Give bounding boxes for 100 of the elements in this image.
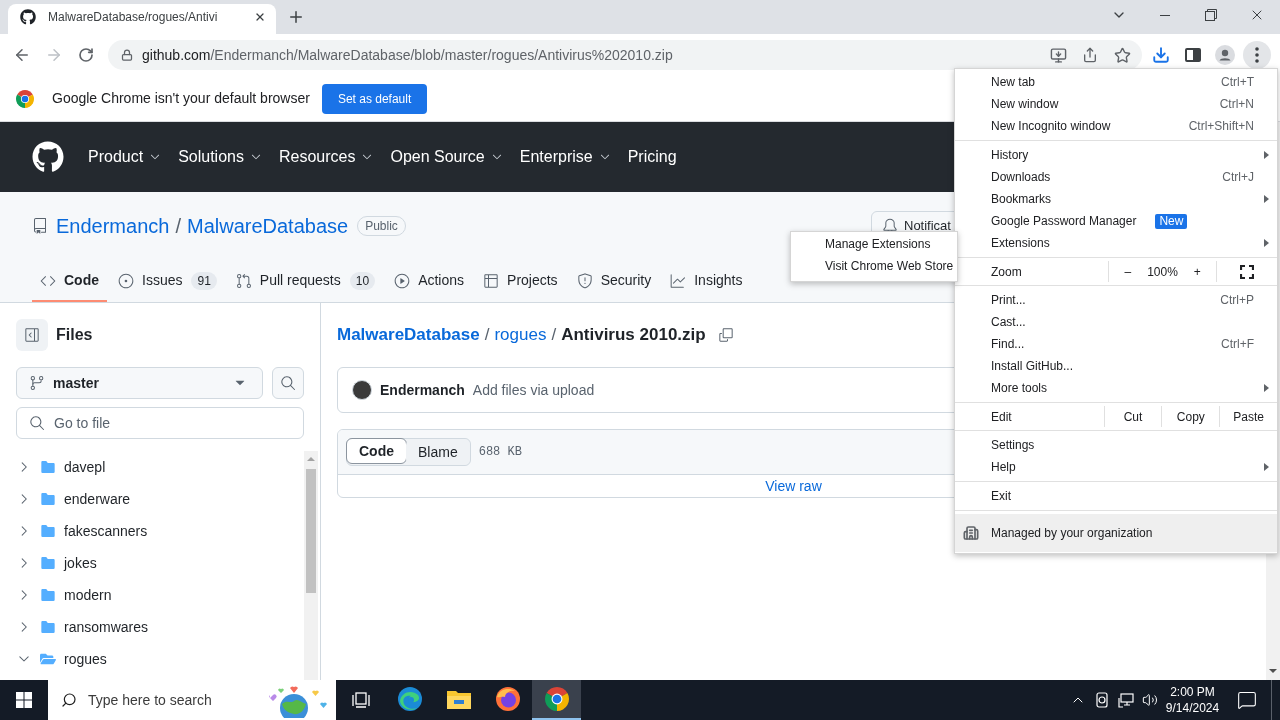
count-badge: 91 — [191, 271, 217, 290]
search-icon — [29, 415, 45, 431]
github-logo-icon — [20, 9, 36, 25]
repo-name-link[interactable]: MalwareDatabase — [186, 211, 349, 241]
repo-tab[interactable]: Actions — [386, 261, 473, 302]
network-icon — [1118, 692, 1134, 708]
menu-item[interactable]: Cast... — [955, 311, 1277, 333]
forward-arrow-icon — [45, 46, 63, 64]
zoom-in-button[interactable]: + — [1178, 261, 1216, 282]
nav-menu-button[interactable]: Solutions — [178, 145, 263, 169]
repo-tab[interactable]: Pull requests 10 — [227, 261, 384, 302]
restore-icon — [1205, 9, 1217, 21]
tree-item[interactable]: rogues — [16, 643, 304, 675]
edit-action-button[interactable]: Copy — [1161, 406, 1220, 427]
menu-item[interactable]: Find... Ctrl+F — [955, 333, 1277, 355]
table-icon — [483, 272, 500, 289]
repo-tab[interactable]: Issues 91 — [110, 261, 225, 302]
folder-icon — [40, 619, 56, 635]
issue-icon — [118, 272, 134, 289]
tree-item[interactable]: davepl — [16, 451, 304, 483]
view-raw-link[interactable]: View raw — [765, 475, 822, 497]
file-size: 688 KB — [478, 444, 522, 461]
taskbar-app-button[interactable] — [532, 680, 581, 720]
tree-item[interactable]: modern — [16, 579, 304, 611]
set-default-button[interactable]: Set as default — [321, 83, 428, 114]
menu-item[interactable]: History — [955, 144, 1277, 166]
folder-icon — [40, 491, 56, 507]
tree-item[interactable]: ransomwares — [16, 611, 304, 643]
breadcrumb-link[interactable]: rogues — [494, 322, 547, 348]
play-icon — [394, 272, 411, 289]
scrollbar-thumb[interactable] — [306, 469, 316, 593]
zoom-label: Zoom — [991, 263, 1022, 281]
menu-item[interactable]: New tab Ctrl+T — [955, 71, 1277, 93]
view-toggle-option[interactable]: Code — [346, 438, 407, 464]
avatar[interactable] — [352, 380, 372, 400]
sidebar-toggle-button[interactable] — [16, 319, 48, 351]
browser-logo-icon — [544, 687, 569, 711]
search-button[interactable] — [272, 367, 304, 399]
files-heading: Files — [56, 325, 93, 345]
pull-request-icon — [235, 272, 252, 289]
count-badge: 10 — [349, 271, 376, 290]
search-icon — [280, 375, 296, 391]
menu-item[interactable]: Print... Ctrl+P — [955, 289, 1277, 311]
menu-item[interactable]: Bookmarks — [955, 188, 1277, 210]
zoom-out-button[interactable]: – — [1109, 261, 1147, 282]
browser-tab[interactable]: MalwareDatabase/rogues/Antivi — [8, 4, 276, 34]
menu-item[interactable]: Exit — [955, 485, 1277, 507]
edit-action-button[interactable]: Paste — [1219, 406, 1277, 427]
tree-item[interactable]: enderware — [16, 483, 304, 515]
folder-icon — [40, 523, 56, 539]
folder-icon — [40, 555, 56, 571]
profile-icon — [1215, 45, 1235, 65]
tree-item[interactable]: jokes — [16, 547, 304, 579]
menu-item[interactable]: Install GitHub... — [955, 355, 1277, 377]
branch-select[interactable]: master — [16, 367, 263, 399]
menu-item[interactable]: Help — [955, 456, 1277, 478]
swirl-logo-icon — [397, 687, 422, 711]
menu-item[interactable]: New window Ctrl+N — [955, 93, 1277, 115]
copy-path-button[interactable] — [717, 327, 734, 343]
scroll-up-arrow-icon — [307, 457, 315, 461]
plus-icon — [287, 8, 305, 26]
breadcrumb-link[interactable]: MalwareDatabase — [337, 322, 480, 348]
nav-menu-button[interactable]: Pricing — [627, 145, 677, 169]
install-icon — [1049, 46, 1067, 64]
tree-item[interactable]: fakescanners — [16, 515, 304, 547]
github-logo-icon[interactable] — [32, 141, 64, 173]
repo-tab[interactable]: Insights — [662, 261, 751, 302]
nav-menu-button[interactable]: Open Source — [390, 145, 504, 169]
repo-tab[interactable]: Projects — [475, 261, 566, 302]
managed-menu-item[interactable]: Managed by your organization — [955, 514, 1277, 552]
shortcut-text: Ctrl+T — [1221, 74, 1254, 91]
shortcut-text: Ctrl+J — [1222, 169, 1254, 186]
building-icon — [963, 525, 979, 541]
go-to-file-field[interactable]: Go to file — [16, 407, 304, 439]
menu-item[interactable]: More tools — [955, 377, 1277, 399]
edit-label: Edit — [991, 408, 1012, 426]
commit-message[interactable]: Add files via upload — [472, 379, 595, 401]
menu-item[interactable]: Visit Chrome Web Store — [791, 255, 957, 277]
round-logo-icon — [495, 687, 520, 711]
nav-menu-button[interactable]: Resources — [278, 145, 375, 169]
edit-action-button[interactable]: Cut — [1103, 406, 1162, 427]
taskbar-search-field[interactable]: Type here to search — [48, 680, 336, 720]
menu-item[interactable]: Downloads Ctrl+J — [955, 166, 1277, 188]
menu-item[interactable]: Settings — [955, 434, 1277, 456]
clock[interactable]: 2:00 PM 9/14/2024 — [1162, 680, 1223, 720]
shortcut-text: Ctrl+Shift+N — [1188, 118, 1254, 135]
menu-item[interactable]: New Incognito window Ctrl+Shift+N — [955, 115, 1277, 137]
commit-author[interactable]: Endermanch — [380, 379, 465, 401]
owner-link[interactable]: Endermanch — [56, 211, 170, 241]
repo-tab[interactable]: Security — [568, 261, 660, 302]
menu-button[interactable] — [1243, 41, 1271, 69]
nav-menu-button[interactable]: Product — [88, 145, 163, 169]
reload-icon — [78, 47, 94, 63]
device-icon — [1095, 692, 1109, 708]
shield-icon — [576, 272, 593, 289]
branch-icon — [29, 375, 45, 391]
nav-menu-button[interactable]: Enterprise — [519, 145, 612, 169]
address-bar[interactable]: github.com/Endermanch/MalwareDatabase/blob/master/rogues/Antivirus%202010.zip — [108, 40, 1142, 70]
search-icon — [61, 692, 77, 708]
scrollbar[interactable] — [304, 451, 318, 680]
